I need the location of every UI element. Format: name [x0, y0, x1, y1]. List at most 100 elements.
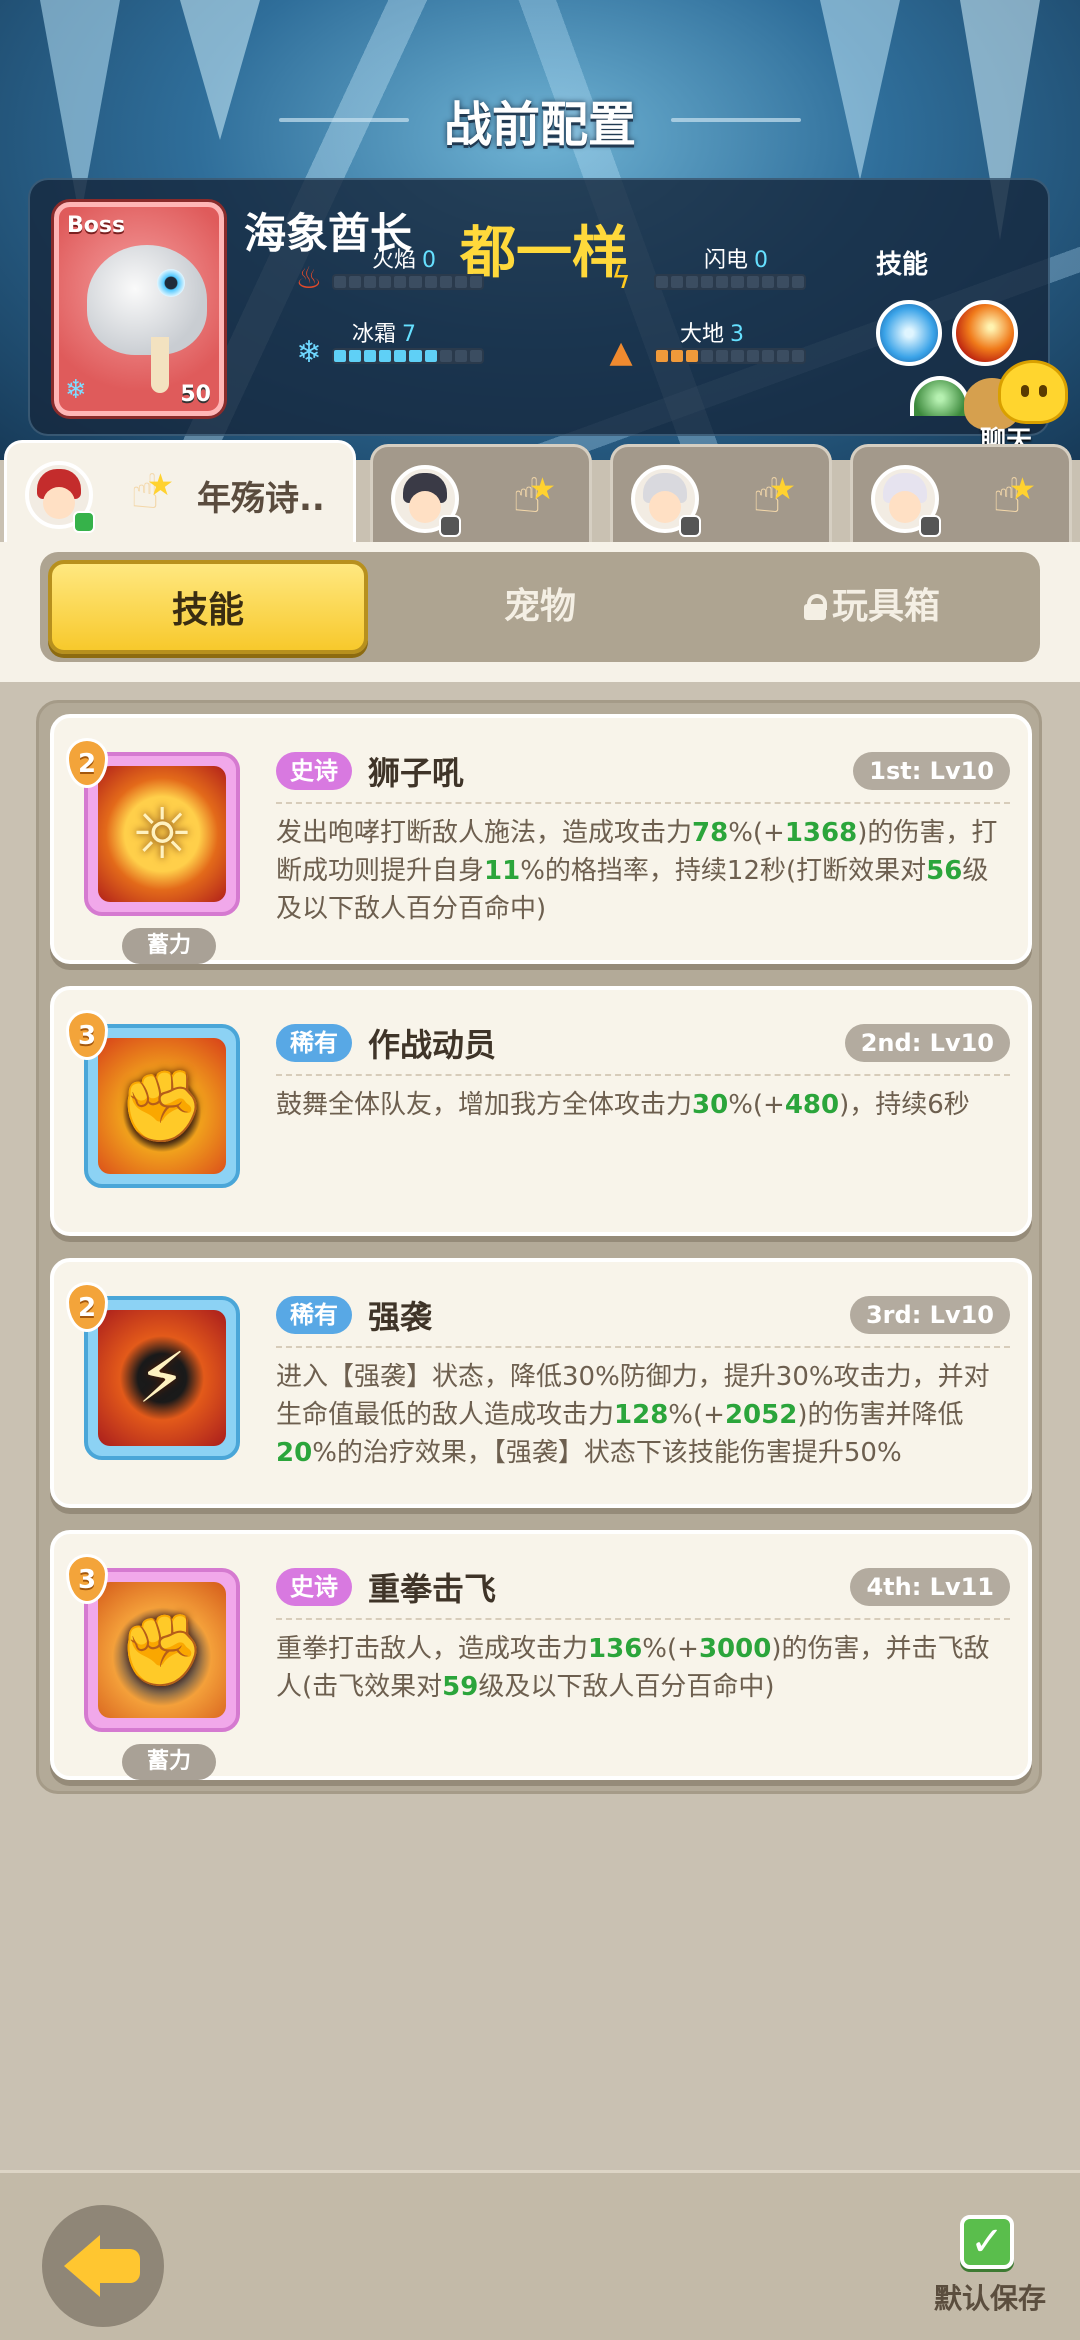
lion-roar-icon: ☼ [98, 766, 226, 902]
stat-frost: ❄ 冰霜 7 [292, 316, 532, 370]
skill-slot-level: 3rd: Lv10 [849, 1296, 1010, 1334]
tab-skills[interactable]: 技能 [48, 560, 368, 654]
description-text: 鼓舞全体队友，增加我方全体攻击力 [276, 1090, 693, 1120]
fire-icon: ♨ [295, 261, 323, 296]
skill-description: 发出咆哮打断敌人施法，造成攻击力78%(+1368)的伤害，打断成功则提升自身1… [276, 814, 1008, 928]
hero-tab-2[interactable]: ☝ ★ [370, 444, 592, 544]
skill-name: 强袭 [368, 1298, 433, 1336]
stat-bar [654, 348, 806, 364]
description-text: %(+ [668, 1400, 725, 1430]
charge-badge: 蓄力 [122, 1744, 216, 1780]
title-ornament-left [278, 118, 409, 122]
stat-lightning: ϟ 闪电 0 [604, 242, 844, 296]
lock-icon [803, 594, 827, 620]
skill-icon-frame: ☼ [84, 752, 240, 916]
rarity-badge: 稀有 [276, 1024, 352, 1062]
title-bar: 战前配置 [0, 85, 1080, 155]
tab-toybox-label: 玩具箱 [831, 586, 940, 627]
boss-tag: Boss [67, 213, 126, 238]
lightning-icon: ϟ [611, 261, 631, 296]
skill-card[interactable]: ☼ 2 蓄力 史诗 狮子吼 1st: Lv10 发出咆哮打断敌人施法，造成攻击力… [50, 714, 1032, 964]
stat-value: 3 [730, 322, 745, 347]
divider [276, 1618, 1010, 1620]
highlight-value: 3000 [698, 1634, 772, 1664]
skill-icon-frame: ⚡ [84, 1296, 240, 1460]
skill-name: 作战动员 [368, 1026, 497, 1064]
charge-badge: 蓄力 [122, 928, 216, 964]
skill-icon-frame: ✊ [84, 1024, 240, 1188]
rarity-badge: 史诗 [276, 1568, 352, 1606]
screen-badge-icon [679, 515, 701, 537]
tap-hand-icon: ☝ ★ [992, 468, 1036, 524]
chat-emoji-icon[interactable] [998, 360, 1068, 424]
skill-description: 进入【强袭】状态，降低30%防御力，提升30%攻击力，并对生命值最低的敌人造成攻… [276, 1358, 1008, 1472]
skill-name: 狮子吼 [368, 754, 465, 792]
default-save-checkbox[interactable]: ✓ [960, 2215, 1014, 2269]
highlight-value: 128 [614, 1400, 669, 1430]
description-text: %的格挡率，持续12秒(打断效果对 [520, 856, 927, 886]
boss-skill-ice-icon[interactable] [876, 300, 942, 366]
skill-name: 重拳击飞 [368, 1570, 497, 1608]
skill-card[interactable]: ✊ 3 蓄力 史诗 重拳击飞 4th: Lv11 重拳打击敌人，造成攻击力136… [50, 1530, 1032, 1780]
stat-bar [332, 274, 484, 290]
boss-portrait[interactable]: Boss ❄ 50 [54, 202, 224, 416]
hero-tab-3[interactable]: ☝ ★ [610, 444, 832, 544]
skill-description: 重拳打击敌人，造成攻击力136%(+3000)的伤害，并击飞敌人(击飞效果对59… [276, 1630, 1008, 1706]
highlight-value: 59 [442, 1672, 479, 1702]
assault-icon: ⚡ [98, 1310, 226, 1446]
default-save-label: 默认保存 [934, 2282, 1047, 2315]
tab-pets[interactable]: 宠物 [380, 560, 700, 654]
highlight-value: 2052 [724, 1400, 798, 1430]
stat-fire: ♨ 火焰 0 [292, 242, 532, 296]
back-button[interactable] [42, 2205, 164, 2327]
skill-description: 鼓舞全体队友，增加我方全体攻击力30%(+480)，持续6秒 [276, 1086, 1008, 1124]
rally-icon: ✊ [98, 1038, 226, 1174]
divider [276, 802, 1010, 804]
highlight-value: 1368 [784, 818, 858, 848]
hero-tab-4[interactable]: ☝ ★ [850, 444, 1072, 544]
highlight-value: 11 [484, 856, 521, 886]
highlight-value: 30 [692, 1090, 729, 1120]
stat-bar [332, 348, 484, 364]
stat-label: 闪电 [704, 248, 749, 273]
sub-tab-bar: 技能 宠物 玩具箱 [40, 552, 1040, 662]
tab-toybox[interactable]: 玩具箱 [712, 560, 1032, 654]
tusk-graphic [151, 337, 169, 393]
description-text: 发出咆哮打断敌人施法，造成攻击力 [276, 818, 693, 848]
highlight-value: 136 [588, 1634, 643, 1664]
tap-hand-icon: ☝ ★ [130, 464, 174, 520]
stat-value: 7 [402, 322, 417, 347]
tap-hand-icon: ☝ ★ [752, 468, 796, 524]
screen-badge-icon [439, 515, 461, 537]
hero-tab-bar: ☝ ★ 年殇诗.. ☝ ★ ☝ ★ ☝ ★ [0, 440, 1080, 544]
highlight-value: 480 [784, 1090, 840, 1120]
skill-card[interactable]: ⚡ 2 稀有 强袭 3rd: Lv10 进入【强袭】状态，降低30%防御力，提升… [50, 1258, 1032, 1508]
stat-label: 冰霜 [352, 322, 397, 347]
heavy-punch-icon: ✊ [98, 1582, 226, 1718]
skill-slot-level: 4th: Lv11 [850, 1568, 1010, 1606]
stat-value: 0 [422, 248, 437, 273]
bottom-bar: ✓ 默认保存 [0, 2170, 1080, 2340]
skill-slot-level: 1st: Lv10 [853, 752, 1010, 790]
skill-card[interactable]: ✊ 3 稀有 作战动员 2nd: Lv10 鼓舞全体队友，增加我方全体攻击力30… [50, 986, 1032, 1236]
stat-bar [654, 274, 806, 290]
boss-skill-earth-icon[interactable] [910, 376, 970, 416]
stat-earth: ▲ 大地 3 [604, 316, 844, 370]
walrus-boss-avatar [87, 245, 207, 355]
stat-label: 大地 [680, 322, 725, 347]
hero-tab-1[interactable]: ☝ ★ 年殇诗.. [4, 440, 356, 544]
description-text: )的伤害并降低 [797, 1400, 964, 1430]
divider [276, 1346, 1010, 1348]
hero-name: 年殇诗.. [197, 479, 325, 519]
highlight-value: 78 [692, 818, 729, 848]
description-text: %(+ [728, 1090, 785, 1120]
boss-skill-fire-icon[interactable] [952, 300, 1018, 366]
highlight-value: 20 [276, 1438, 313, 1468]
description-text: %的治疗效果，【强袭】状态下该技能伤害提升50% [312, 1438, 902, 1468]
divider [276, 1074, 1010, 1076]
rarity-badge: 稀有 [276, 1296, 352, 1334]
description-text: 重拳打击敌人，造成攻击力 [276, 1634, 589, 1664]
skill-icon-frame: ✊ [84, 1568, 240, 1732]
snowflake-icon: ❄ [65, 375, 87, 405]
tap-hand-icon: ☝ ★ [512, 468, 556, 524]
